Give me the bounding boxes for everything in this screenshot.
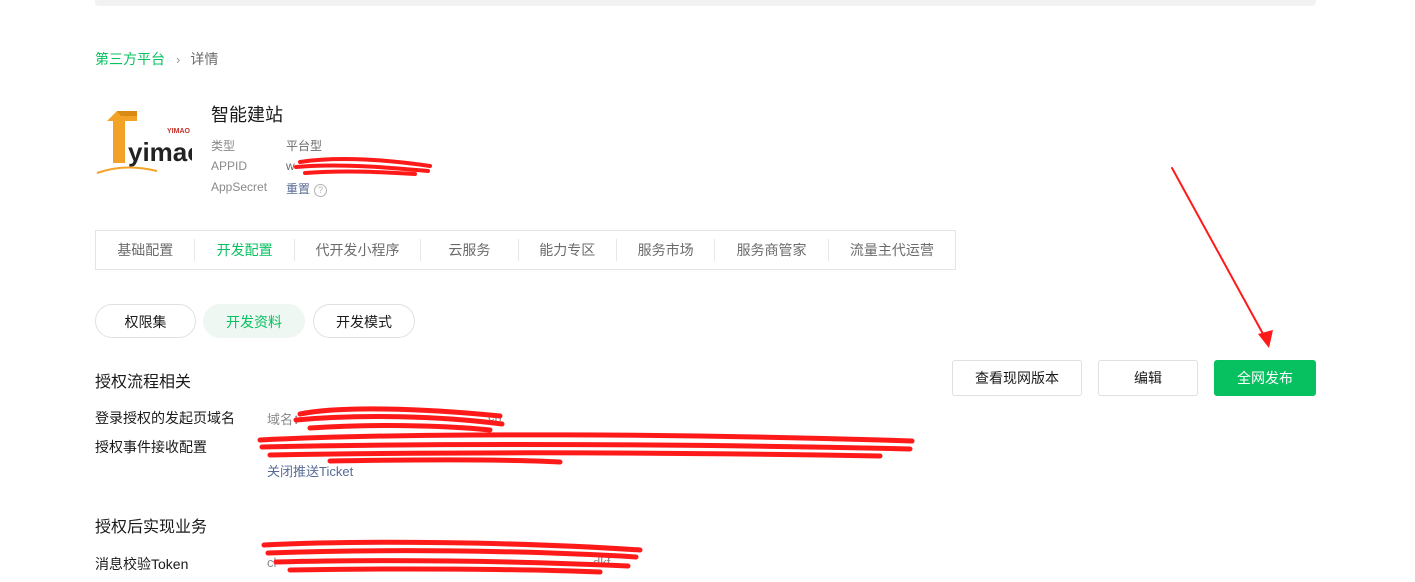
subtab-permission-set[interactable]: 权限集 xyxy=(95,304,196,338)
app-name: 智能建站 xyxy=(211,105,283,125)
publish-all-button[interactable]: 全网发布 xyxy=(1214,360,1316,396)
breadcrumb-link-third-party[interactable]: 第三方平台 xyxy=(95,49,165,69)
type-label: 类型 xyxy=(211,139,236,153)
appid-label: APPID xyxy=(211,159,248,173)
tab-dev-config[interactable]: 开发配置 xyxy=(195,239,295,261)
tab-cloud-service[interactable]: 云服务 xyxy=(421,239,519,261)
appsecret-label: AppSecret xyxy=(211,180,268,194)
tab-service-market[interactable]: 服务市场 xyxy=(617,239,716,261)
subtab-dev-info[interactable]: 开发资料 xyxy=(203,304,305,338)
tab-basic-config[interactable]: 基础配置 xyxy=(96,239,196,261)
edit-button[interactable]: 编辑 xyxy=(1098,360,1198,396)
redaction-appid xyxy=(294,157,432,176)
logo-text: yimao xyxy=(128,137,192,167)
top-bar xyxy=(95,0,1316,6)
section-title-business: 授权后实现业务 xyxy=(95,519,208,536)
tab-capability-zone[interactable]: 能力专区 xyxy=(519,239,617,261)
app-logo: yimao YIMAO xyxy=(96,111,192,174)
breadcrumb: 第三方平台 › 详情 xyxy=(95,49,218,69)
reset-secret-link[interactable]: 重置 xyxy=(286,182,310,196)
redaction-token xyxy=(261,539,643,575)
help-icon[interactable]: ? xyxy=(314,184,328,197)
main-tabs: 基础配置 开发配置 代开发小程序 云服务 能力专区 服务市场 服务商管家 流量主… xyxy=(95,230,956,270)
appid-value: w xyxy=(286,159,295,173)
redaction-domain xyxy=(293,406,505,433)
login-domain-tail: cn xyxy=(488,409,502,424)
login-domain-value: 域名： xyxy=(267,412,307,427)
type-value: 平台型 xyxy=(286,139,323,153)
tab-traffic-operations[interactable]: 流量主代运营 xyxy=(829,239,955,261)
tab-mini-program-dev[interactable]: 代开发小程序 xyxy=(295,239,422,261)
token-label: 消息校验Token xyxy=(95,556,189,572)
chevron-right-icon: › xyxy=(176,51,181,67)
view-live-version-button[interactable]: 查看现网版本 xyxy=(952,360,1082,396)
token-value: cl xyxy=(267,555,277,570)
redaction-event-config xyxy=(257,432,915,465)
subtab-dev-mode[interactable]: 开发模式 xyxy=(313,304,415,338)
tab-provider-manager[interactable]: 服务商管家 xyxy=(715,239,829,261)
logo-small-text: YIMAO xyxy=(167,128,191,135)
close-ticket-link[interactable]: 关闭推送Ticket xyxy=(267,461,353,480)
auth-event-label: 授权事件接收配置 xyxy=(95,439,207,455)
section-title-auth-flow: 授权流程相关 xyxy=(95,374,192,391)
annotation-overlay xyxy=(257,157,1273,575)
annotation-arrow-line xyxy=(1171,167,1269,344)
annotation-arrow-head xyxy=(1258,330,1273,348)
appsecret-action: 重置? xyxy=(286,180,328,197)
login-domain-label: 登录授权的发起页域名 xyxy=(95,410,235,426)
token-tail: dkf xyxy=(593,555,611,570)
breadcrumb-current: 详情 xyxy=(190,51,219,67)
